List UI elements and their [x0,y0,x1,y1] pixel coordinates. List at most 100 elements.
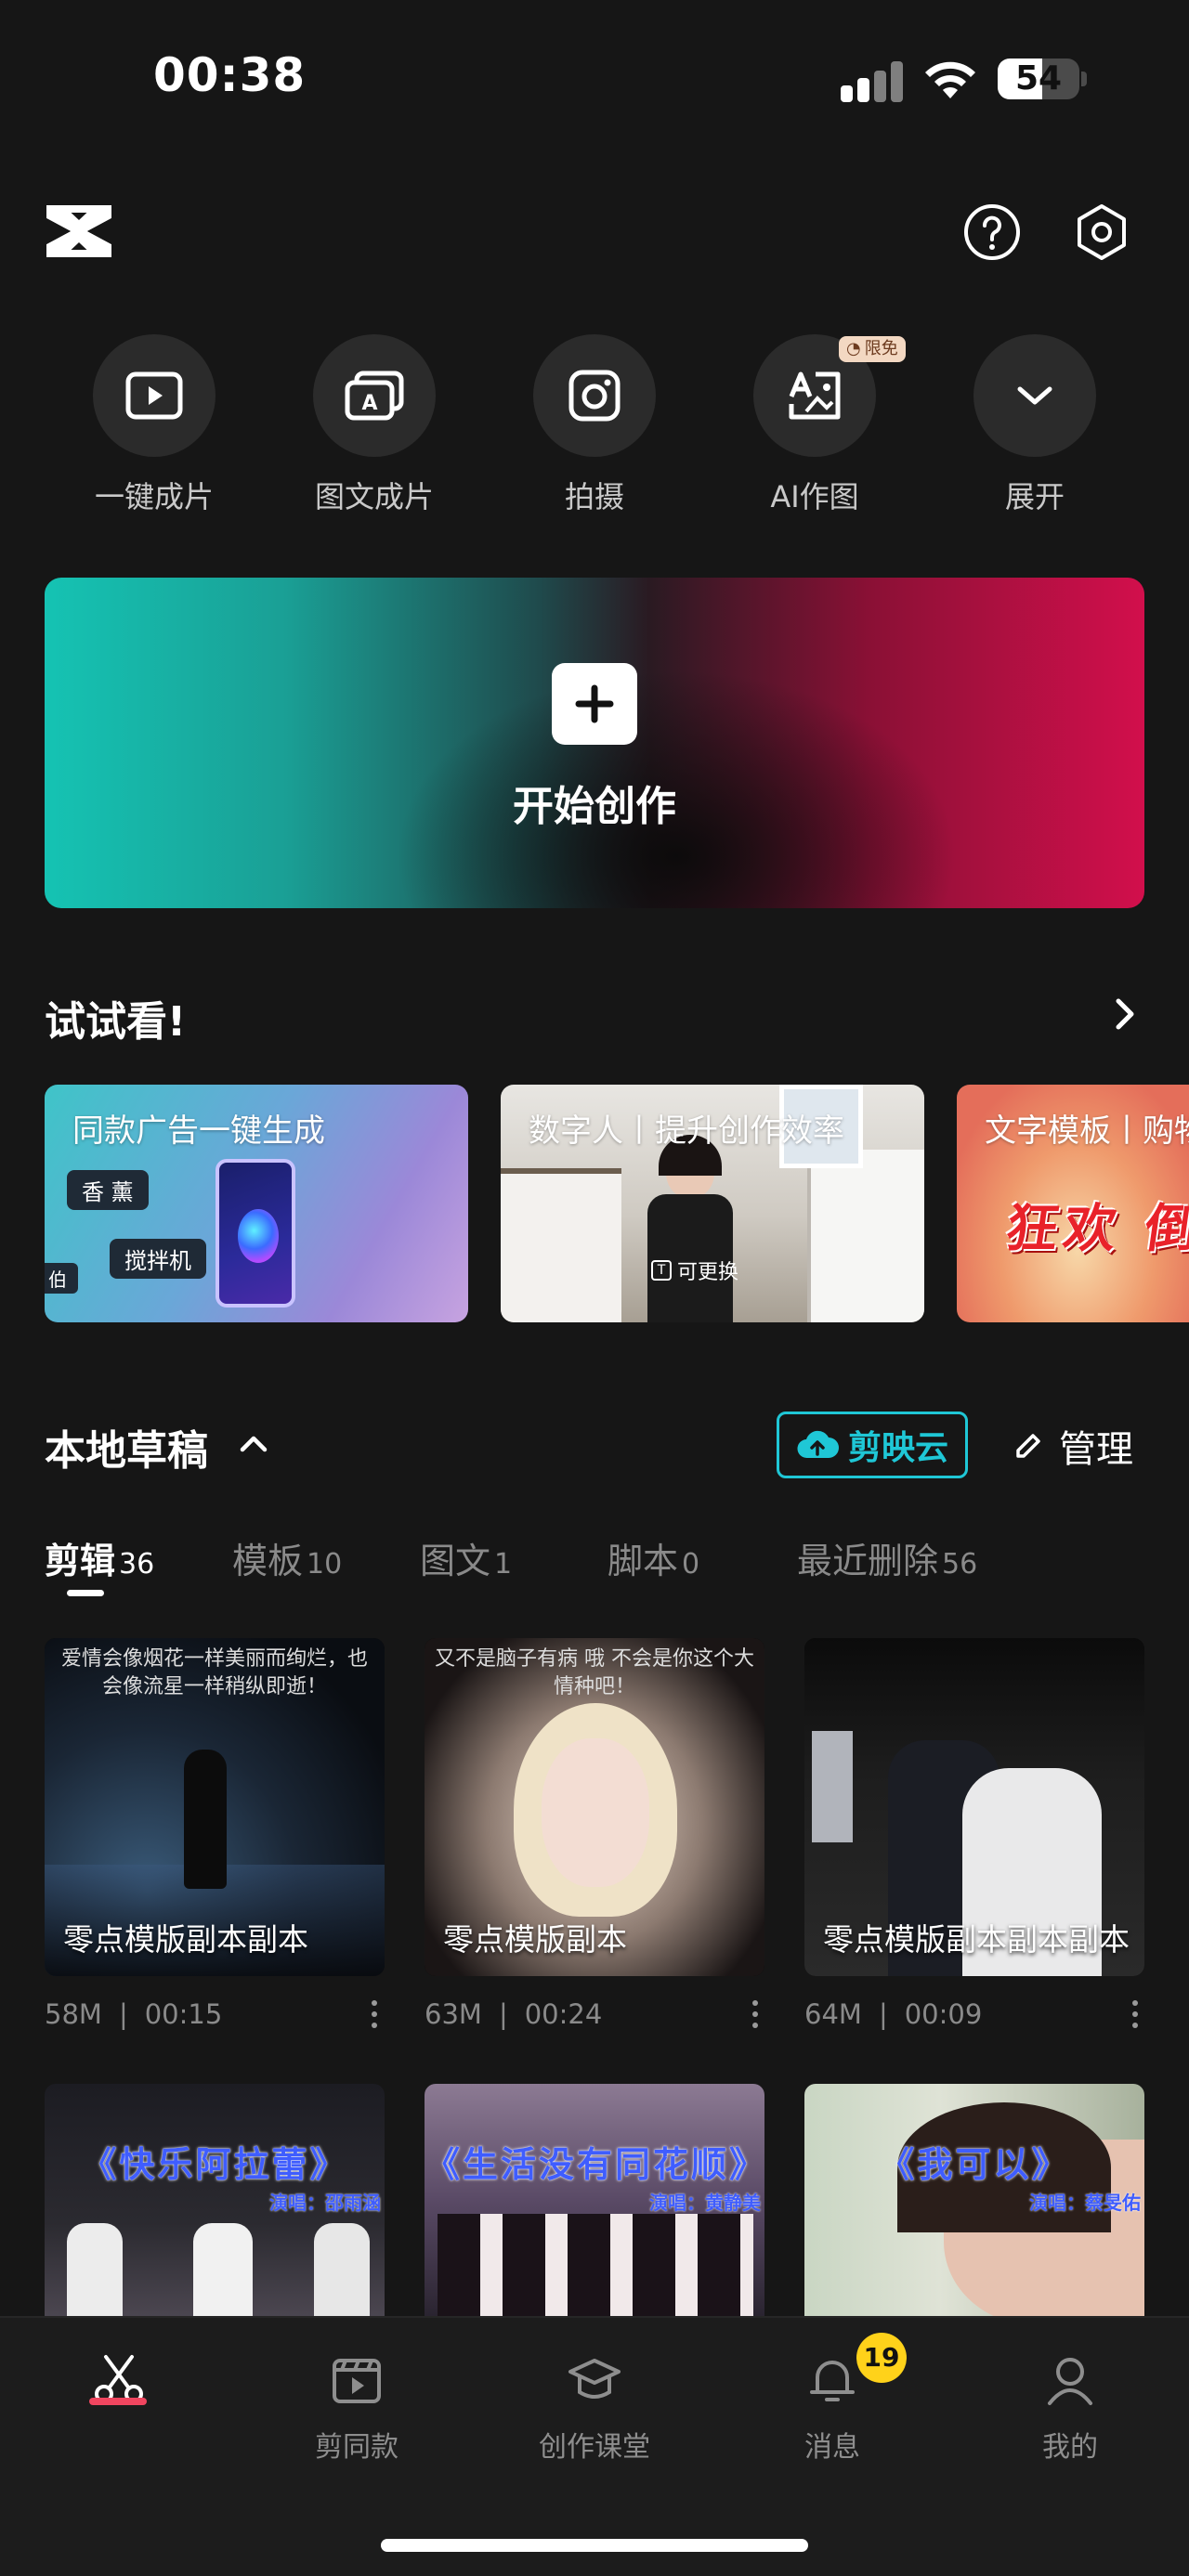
try-card-title: 文字模板丨购物 [985,1112,1189,1150]
draft-name: 零点模版副本副本副本 [823,1921,1130,1958]
nav-label: 消息 [804,2431,860,2464]
replaceable-hint: T 可更换 [651,1255,738,1285]
try-card-title: 同款广告一键生成 [72,1112,325,1150]
wifi-icon [925,61,975,98]
nav-label: 我的 [1042,2431,1098,2464]
more-options-icon[interactable] [370,2000,379,2032]
quick-action-label: AI作图 [770,479,859,514]
status-time: 00:38 [153,48,307,102]
bell-icon [810,2361,855,2401]
tab-edit[interactable]: 剪辑 36 [45,1532,154,1583]
singer-label: 演唱：黄静美 [649,2192,761,2214]
capcut-logo-icon [46,205,111,257]
status-bar: 00:38 54 [0,0,1189,158]
promo-text: 狂欢 倒 [1001,1199,1189,1259]
quick-action-ai-draw[interactable]: ◔ 限免 AI作图 [722,334,908,520]
quick-action-one-click[interactable]: 一键成片 [61,334,247,520]
nav-label: 剪同款 [315,2431,399,2464]
song-title: 《快乐阿拉蕾》 [81,2144,348,2185]
quick-action-label: 拍摄 [564,479,624,514]
tab-script[interactable]: 脚本 0 [608,1532,699,1583]
quick-action-camera[interactable]: 拍摄 [502,334,687,520]
more-options-icon[interactable] [1130,2000,1140,2032]
person-silhouette [184,1750,227,1889]
draft-item[interactable]: 《我可以》 演唱：蔡旻佑 [804,2084,1144,2316]
chevron-right-icon[interactable] [1111,995,1139,1033]
tag-chip: 香 薰 [67,1170,149,1210]
start-creation-button[interactable]: 开始创作 [45,578,1144,908]
quick-action-expand[interactable]: 展开 [942,334,1128,520]
free-limited-badge: ◔ 限免 [839,336,906,362]
plus-icon [552,663,637,745]
try-card-digital-human[interactable]: 数字人丨提升创作效率 T 可更换 [501,1085,924,1322]
capcut-cloud-button[interactable]: 剪映云 [777,1412,968,1478]
draft-item[interactable]: 《快乐阿拉蕾》 演唱：邵雨涵 [45,2084,385,2316]
nav-label: 创作课堂 [539,2431,650,2464]
start-creation-label: 开始创作 [513,783,676,830]
manage-label: 管理 [1059,1428,1133,1471]
play-square-icon [125,371,183,420]
svg-text:A: A [361,392,377,415]
clock-icon: ◔ [846,339,861,358]
tab-indicator [67,1590,104,1596]
nav-item-profile[interactable]: 我的 [977,2351,1163,2481]
battery-percent: 54 [1014,59,1063,98]
nav-active-indicator [89,2398,147,2405]
song-title: 《我可以》 [879,2144,1070,2185]
nav-item-classroom[interactable]: 创作课堂 [502,2351,687,2481]
try-section-title: 试试看! [45,998,187,1046]
template-clapper-icon [333,2359,381,2403]
edit-pencil-icon [1016,1434,1040,1458]
notification-badge: 19 [856,2333,907,2383]
singer-label: 演唱：邵雨涵 [269,2192,381,2214]
settings-icon[interactable] [1072,202,1131,262]
draft-name: 零点模版副本副本 [63,1921,308,1958]
draft-item[interactable]: 又不是脑子有病 哦 不会是你这个大情种吧！ 零点模版副本 [425,1638,764,1976]
draft-name: 零点模版副本 [443,1921,627,1958]
tag-chip: 搅拌机 [110,1239,206,1279]
manage-button[interactable]: 管理 [1013,1419,1133,1473]
tab-recently-deleted[interactable]: 最近删除 56 [797,1532,977,1583]
chevron-up-icon[interactable] [238,1432,269,1454]
nav-item-template[interactable]: 剪同款 [264,2351,450,2481]
draft-meta: 63M | 00:24 [425,1998,603,2030]
tab-template[interactable]: 模板 10 [232,1532,342,1583]
try-card-text-template[interactable]: 文字模板丨购物 狂欢 倒 [957,1085,1189,1322]
nav-item-edit[interactable] [26,2351,212,2481]
cloud-upload-icon [797,1430,839,1459]
wall-sign [812,1731,853,1842]
drafts-title: 本地草稿 [45,1427,208,1475]
person-face [542,1738,649,1887]
graduation-cap-icon [568,2359,621,2399]
tab-image-text[interactable]: 图文 1 [420,1532,512,1583]
camera-icon [568,370,621,422]
draft-caption: 爱情会像烟花一样美丽而绚烂，也会像流星一样稍纵即逝！ [60,1647,368,1698]
draft-meta: 64M | 00:09 [804,1998,983,2030]
tag-chip: 伯 [45,1263,78,1294]
chevron-down-icon [1017,386,1052,405]
cloud-label: 剪映云 [847,1429,948,1467]
quick-action-label: 一键成片 [94,479,214,514]
try-card-title: 数字人丨提升创作效率 [529,1112,844,1150]
ai-draw-icon [789,371,841,420]
draft-item[interactable]: 爱情会像烟花一样美丽而绚烂，也会像流星一样稍纵即逝！ 零点模版副本副本 [45,1638,385,1976]
quick-action-label: 展开 [1004,479,1065,514]
help-icon[interactable] [962,202,1022,262]
singer-label: 演唱：蔡旻佑 [1029,2192,1141,2214]
draft-item[interactable]: 《生活没有同花顺》 演唱：黄静美 [425,2084,764,2316]
image-text-icon: A [345,371,404,421]
user-icon [1048,2358,1092,2405]
quick-action-label: 图文成片 [314,479,434,514]
bottom-nav: 剪同款 创作课堂 消息 我的 [0,2316,1189,2576]
draft-caption: 又不是脑子有病 哦 不会是你这个大情种吧！ [435,1647,754,1698]
home-indicator[interactable] [381,2539,808,2552]
try-card-ad[interactable]: 同款广告一键生成 香 薰 搅拌机 伯 [45,1085,468,1322]
draft-meta: 58M | 00:15 [45,1998,223,2030]
replace-icon: T [651,1260,672,1281]
quick-action-image-text[interactable]: A 图文成片 [281,334,467,520]
song-title: 《生活没有同花顺》 [425,2144,764,2185]
draft-item[interactable]: 零点模版副本副本副本 [804,1638,1144,1976]
battery-tip [1081,72,1087,86]
cellular-signal-icon [841,61,904,102]
more-options-icon[interactable] [751,2000,760,2032]
